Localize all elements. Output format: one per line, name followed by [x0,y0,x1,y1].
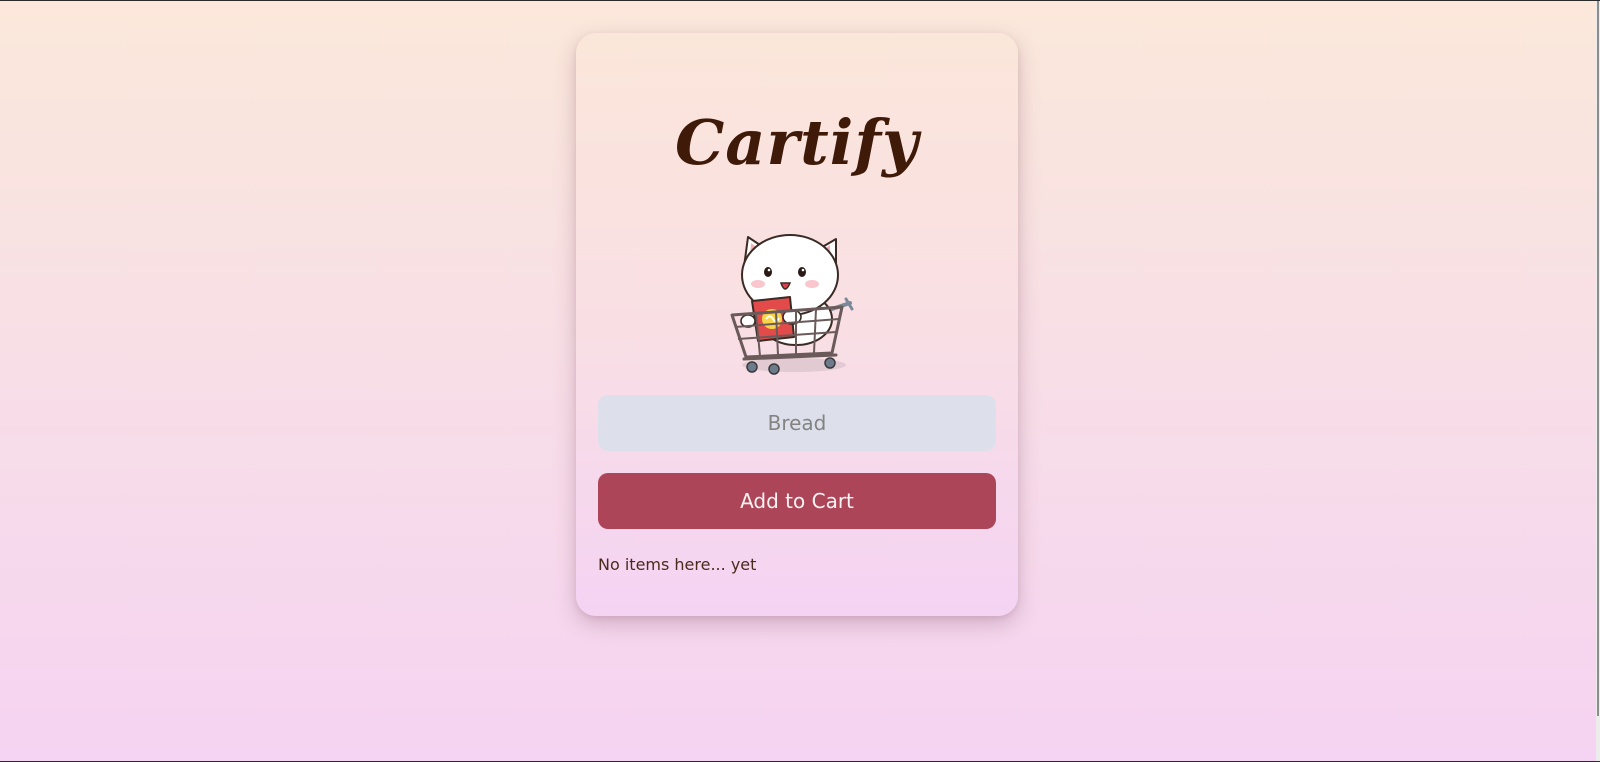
app-card: Cartify Bread Add to Cart No items here.… [576,33,1018,616]
scrollbar-thumb[interactable] [1597,1,1599,716]
cat-in-shopping-cart-icon [730,234,854,375]
item-input[interactable] [598,395,996,451]
page-scrollbar[interactable] [1596,1,1600,761]
add-to-cart-button[interactable]: Add to Cart [598,473,996,529]
app-title: Cartify [674,106,920,179]
window-top-border [0,0,1600,1]
empty-cart-message: No items here... yet [598,555,757,574]
